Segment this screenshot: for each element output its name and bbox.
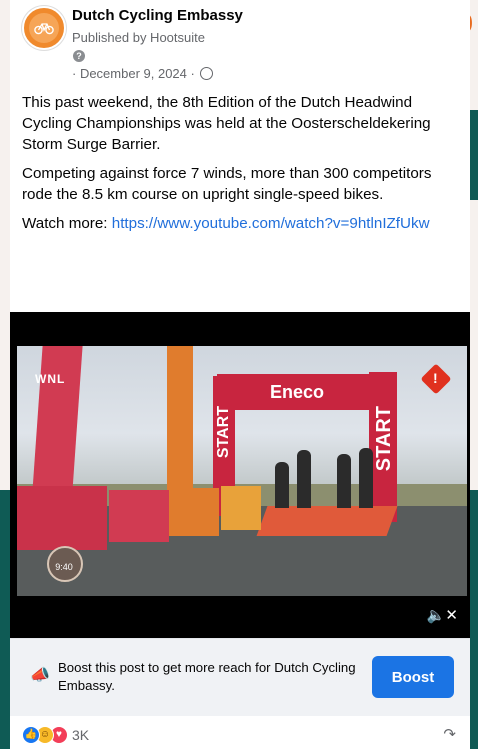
barrier-fence <box>17 486 107 550</box>
boost-message: Boost this post to get more reach for Du… <box>58 660 356 693</box>
post-paragraph: This past weekend, the 8th Edition of th… <box>22 94 431 153</box>
person <box>337 454 351 508</box>
post-date[interactable]: · December 9, 2024 · <box>72 66 195 81</box>
youtube-link[interactable]: https://www.youtube.com/watch?v=9htlnIZf… <box>112 215 430 232</box>
video-frame[interactable]: Eneco START START WNL ! 9:40 <box>17 346 467 596</box>
bicycle-icon <box>29 13 59 43</box>
post-date-row: · December 9, 2024 · <box>72 66 214 81</box>
watch-more-label: Watch more: <box>22 215 112 232</box>
flag-banner <box>167 346 193 496</box>
post-paragraph: Competing against force 7 winds, more th… <box>22 165 432 203</box>
barrier-fence <box>109 490 169 542</box>
wnl-watermark: WNL <box>35 372 66 386</box>
timer-text: 9:40 <box>55 562 73 572</box>
page-name-link[interactable]: Dutch Cycling Embassy <box>72 7 243 24</box>
start-ramp <box>256 506 398 536</box>
boost-bar: 📣 Boost this post to get more reach for … <box>10 638 470 717</box>
published-by: Published by Hootsuite <box>72 30 205 45</box>
barrier-fence <box>169 488 219 536</box>
page-avatar[interactable] <box>22 6 66 50</box>
arch-banner: Eneco <box>217 374 377 410</box>
post-header: Dutch Cycling Embassy Published by Hoots… <box>10 0 470 92</box>
post-body: This past weekend, the 8th Edition of th… <box>10 92 470 234</box>
reaction-count[interactable]: 3K <box>72 727 89 743</box>
like-reaction-icon[interactable]: 👍 <box>22 726 40 744</box>
crowd <box>267 442 387 508</box>
help-icon[interactable]: ? <box>73 50 85 62</box>
npo-exclamation-icon: ! <box>433 370 438 386</box>
person <box>297 450 311 508</box>
video-player[interactable]: Eneco START START WNL ! 9:40 🔈✕ <box>10 312 470 638</box>
share-icon[interactable]: ↷ <box>443 725 456 743</box>
mute-icon[interactable]: 🔈✕ <box>427 606 458 624</box>
boost-button[interactable]: Boost <box>372 656 454 698</box>
person <box>359 448 373 508</box>
post-card: Dutch Cycling Embassy Published by Hoots… <box>10 0 470 749</box>
barrier-fence <box>221 486 261 530</box>
globe-icon <box>200 67 214 80</box>
watch-more-line: Watch more: https://www.youtube.com/watc… <box>22 213 456 234</box>
flag-banner <box>31 346 83 506</box>
megaphone-icon: 📣 <box>30 667 50 684</box>
person <box>275 462 289 508</box>
start-label: START <box>215 406 232 459</box>
reactions-bar: 👍 ☺ ♥ 3K ↷ <box>10 716 470 749</box>
